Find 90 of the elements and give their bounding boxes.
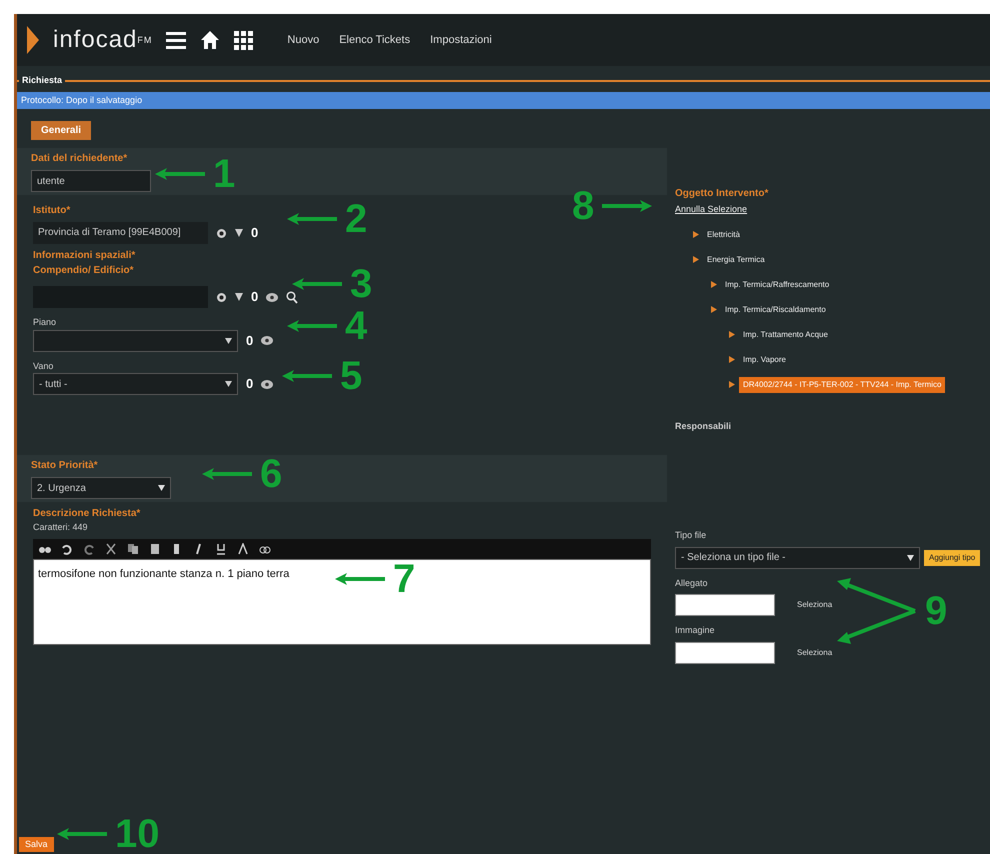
annotation-number: 8 [572, 186, 594, 226]
field-label: Allegato [675, 576, 708, 590]
annotation-arrow-icon [287, 320, 337, 332]
field-label: Compendio/ Edificio* [33, 264, 134, 278]
caret-icon [225, 338, 232, 344]
caret-icon [158, 485, 165, 491]
menu-icon[interactable] [166, 31, 186, 49]
tree-item[interactable]: Energia Termica [703, 252, 769, 268]
annotation-number: 2 [345, 199, 368, 239]
text-field[interactable]: utente [31, 170, 151, 192]
annotation-number: 9 [925, 591, 948, 631]
caret-icon [225, 381, 232, 387]
annotation-arrow-icon [155, 168, 205, 180]
file-field[interactable] [675, 642, 775, 664]
tree-item[interactable]: Imp. Termica/Raffrescamento [721, 276, 834, 292]
search-icon[interactable] [286, 290, 298, 304]
annotation-number: 7 [393, 559, 416, 599]
annotation-arrow-icon [292, 278, 342, 290]
field-label: Dati del richiedente* [31, 152, 128, 166]
redo-icon[interactable] [83, 542, 95, 554]
section-label: Oggetto Intervento* [675, 187, 768, 201]
eye-icon[interactable] [266, 292, 278, 302]
logo-mark-icon [27, 26, 39, 54]
add-type-button[interactable]: Aggiungi tipo [924, 550, 980, 566]
annotation-arrow-icon [335, 573, 385, 585]
nav-link[interactable]: Impostazioni [430, 32, 492, 48]
filter-icon[interactable] [235, 293, 243, 301]
count: 0 [246, 375, 254, 394]
bullet-icon [711, 306, 717, 313]
filter-icon[interactable] [235, 229, 243, 237]
caret-icon [907, 554, 914, 560]
bullet-icon [729, 331, 735, 338]
nav-link[interactable]: Nuovo [287, 32, 320, 48]
file-field[interactable] [675, 594, 775, 616]
annotation-number: 3 [350, 264, 372, 304]
target-icon[interactable] [216, 292, 227, 302]
bullet-icon [711, 281, 717, 288]
copy-icon[interactable] [127, 542, 139, 554]
protocol-bar: Protocollo: Dopo il salvataggio [17, 92, 990, 109]
count: 0 [251, 224, 258, 242]
logo: infocad$^{FM}$ [53, 25, 152, 55]
home-icon[interactable] [200, 30, 220, 50]
target-icon[interactable] [216, 228, 227, 238]
annotation-arrow-icon [282, 370, 332, 382]
tree-item[interactable]: Imp. Termica/Riscaldamento [721, 302, 830, 318]
count: 0 [246, 332, 254, 350]
char-counter: Caratteri: 449 [33, 521, 88, 534]
section-label: Responsabili [675, 420, 732, 433]
apps-grid-icon[interactable] [234, 30, 254, 50]
bullet-icon [693, 231, 699, 238]
select-field[interactable]: 2. Urgenza [31, 477, 171, 499]
undo-icon[interactable] [61, 542, 73, 554]
clear-selection-link[interactable]: Annulla Selezione [675, 203, 748, 216]
field-label: Istituto* [33, 204, 70, 218]
annotation-arrow-icon [602, 200, 652, 212]
select-field[interactable] [33, 330, 238, 352]
field-label: Tipo file [675, 529, 706, 542]
paste-icon[interactable] [149, 542, 161, 554]
field-label: Stato Priorità* [31, 459, 98, 473]
bullet-icon [693, 256, 699, 263]
annotation-number: 4 [345, 306, 368, 346]
cut-icon[interactable] [105, 542, 117, 554]
annotation-number: 1 [213, 154, 236, 194]
annotation-number: 10 [115, 814, 160, 854]
eye-icon[interactable] [261, 380, 274, 388]
field-label: Piano [33, 316, 56, 329]
tree-item[interactable]: Elettricità [703, 226, 744, 242]
tree-item[interactable]: Imp. Vapore [739, 352, 790, 368]
annotation-number: 5 [340, 356, 362, 396]
select-field[interactable]: - Seleziona un tipo file - [675, 546, 920, 568]
annotation-arrow-icon [57, 828, 107, 840]
select-button[interactable]: Seleziona [791, 646, 838, 660]
field-label: Vano [33, 360, 54, 372]
bullet-icon [729, 381, 735, 388]
annotation-number: 6 [260, 454, 282, 494]
tab[interactable]: Generali [31, 121, 92, 140]
select-field[interactable]: Provincia di Teramo [99E4B009] [33, 222, 208, 244]
select-field[interactable]: - tutti - [33, 373, 238, 395]
tree-item[interactable]: Imp. Trattamento Acque [739, 326, 832, 342]
count: 0 [251, 288, 258, 306]
eye-icon[interactable] [261, 336, 274, 345]
select-button[interactable]: Seleziona [791, 598, 838, 612]
annotation-arrow-icon [837, 576, 917, 646]
field-label: Descrizione Richiesta* [33, 507, 140, 521]
annotation-arrow-icon [287, 213, 337, 225]
field-label: Immagine [675, 624, 715, 637]
nav-link[interactable]: Elenco Tickets [339, 32, 410, 48]
annotation-arrow-icon [202, 468, 252, 480]
bullet-icon [729, 356, 735, 363]
field-label: Informazioni spaziali* [33, 249, 136, 263]
